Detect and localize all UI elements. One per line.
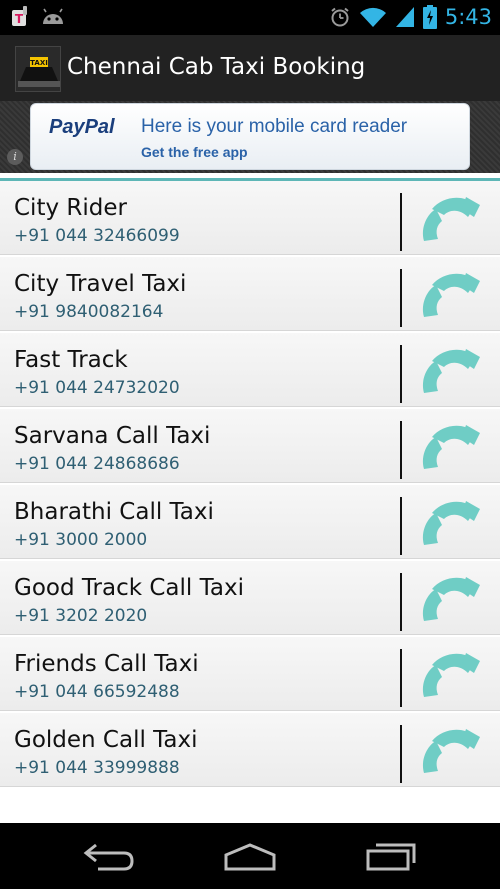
contact-phone: +91 3202 2020 [14, 606, 148, 626]
contact-name: Fast Track [14, 347, 128, 373]
taxi-contact-list: City Rider +91 044 32466099 City Travel … [0, 173, 500, 823]
svg-text:T: T [15, 12, 24, 26]
row-separator [400, 421, 402, 479]
row-separator [400, 573, 402, 631]
app-title: Chennai Cab Taxi Booking [67, 54, 366, 80]
taxi-sign-icon: TAXI [16, 47, 60, 91]
t-mobile-icon: T [12, 6, 27, 26]
phone-call-icon[interactable] [418, 569, 484, 631]
signal-icon [395, 7, 414, 27]
navigation-bar [0, 823, 500, 889]
list-item[interactable]: City Rider +91 044 32466099 [0, 181, 500, 255]
list-item[interactable]: Sarvana Call Taxi +91 044 24868686 [0, 409, 500, 483]
row-separator [400, 725, 402, 783]
phone-call-icon[interactable] [418, 417, 484, 479]
status-left: T [10, 6, 66, 28]
contact-name: City Travel Taxi [14, 271, 187, 297]
row-separator [400, 269, 402, 327]
contact-name: City Rider [14, 195, 127, 221]
contact-phone: +91 3000 2000 [14, 530, 148, 550]
ad-cta: Get the free app [141, 144, 248, 160]
home-icon[interactable] [220, 839, 280, 873]
row-separator [400, 345, 402, 403]
alarm-icon [331, 7, 349, 27]
contact-phone: +91 044 32466099 [14, 226, 180, 246]
contact-phone: +91 044 24732020 [14, 378, 180, 398]
paypal-ad[interactable]: PayPal Here is your mobile card reader G… [30, 103, 470, 170]
android-icon [43, 8, 63, 24]
ad-info-icon[interactable]: i [7, 149, 23, 165]
phone-call-icon[interactable] [418, 721, 484, 783]
ad-banner-area: i PayPal Here is your mobile card reader… [0, 101, 500, 173]
action-bar: TAXI Chennai Cab Taxi Booking [0, 35, 500, 101]
row-separator [400, 497, 402, 555]
list-item[interactable]: Fast Track +91 044 24732020 [0, 333, 500, 407]
contact-phone: +91 044 33999888 [14, 758, 180, 778]
back-icon[interactable] [80, 839, 140, 873]
ad-headline: Here is your mobile card reader [141, 116, 408, 137]
row-separator [400, 649, 402, 707]
contact-phone: +91 044 24868686 [14, 454, 180, 474]
contact-name: Good Track Call Taxi [14, 575, 244, 601]
contact-name: Friends Call Taxi [14, 651, 199, 677]
contact-name: Golden Call Taxi [14, 727, 198, 753]
list-item[interactable]: Golden Call Taxi +91 044 33999888 [0, 713, 500, 787]
app-logo[interactable]: TAXI [15, 46, 61, 92]
ad-brand: PayPal [49, 116, 115, 138]
phone-call-icon[interactable] [418, 265, 484, 327]
contact-phone: +91 9840082164 [14, 302, 164, 322]
phone-call-icon[interactable] [418, 645, 484, 707]
contact-name: Sarvana Call Taxi [14, 423, 211, 449]
contact-phone: +91 044 66592488 [14, 682, 180, 702]
recent-apps-icon[interactable] [360, 839, 420, 873]
phone-call-icon[interactable] [418, 189, 484, 251]
phone-call-icon[interactable] [418, 341, 484, 403]
wifi-icon [359, 7, 386, 28]
list-item[interactable]: City Travel Taxi +91 9840082164 [0, 257, 500, 331]
row-separator [400, 193, 402, 251]
contact-name: Bharathi Call Taxi [14, 499, 214, 525]
phone-call-icon[interactable] [418, 493, 484, 555]
status-time: 5:43 [444, 5, 492, 29]
svg-text:TAXI: TAXI [30, 59, 48, 67]
list-item[interactable]: Friends Call Taxi +91 044 66592488 [0, 637, 500, 711]
status-bar: T 5:43 [0, 0, 500, 35]
battery-icon [422, 5, 437, 29]
status-right: 5:43 [329, 5, 492, 29]
list-item[interactable]: Bharathi Call Taxi +91 3000 2000 [0, 485, 500, 559]
list-item[interactable]: Good Track Call Taxi +91 3202 2020 [0, 561, 500, 635]
